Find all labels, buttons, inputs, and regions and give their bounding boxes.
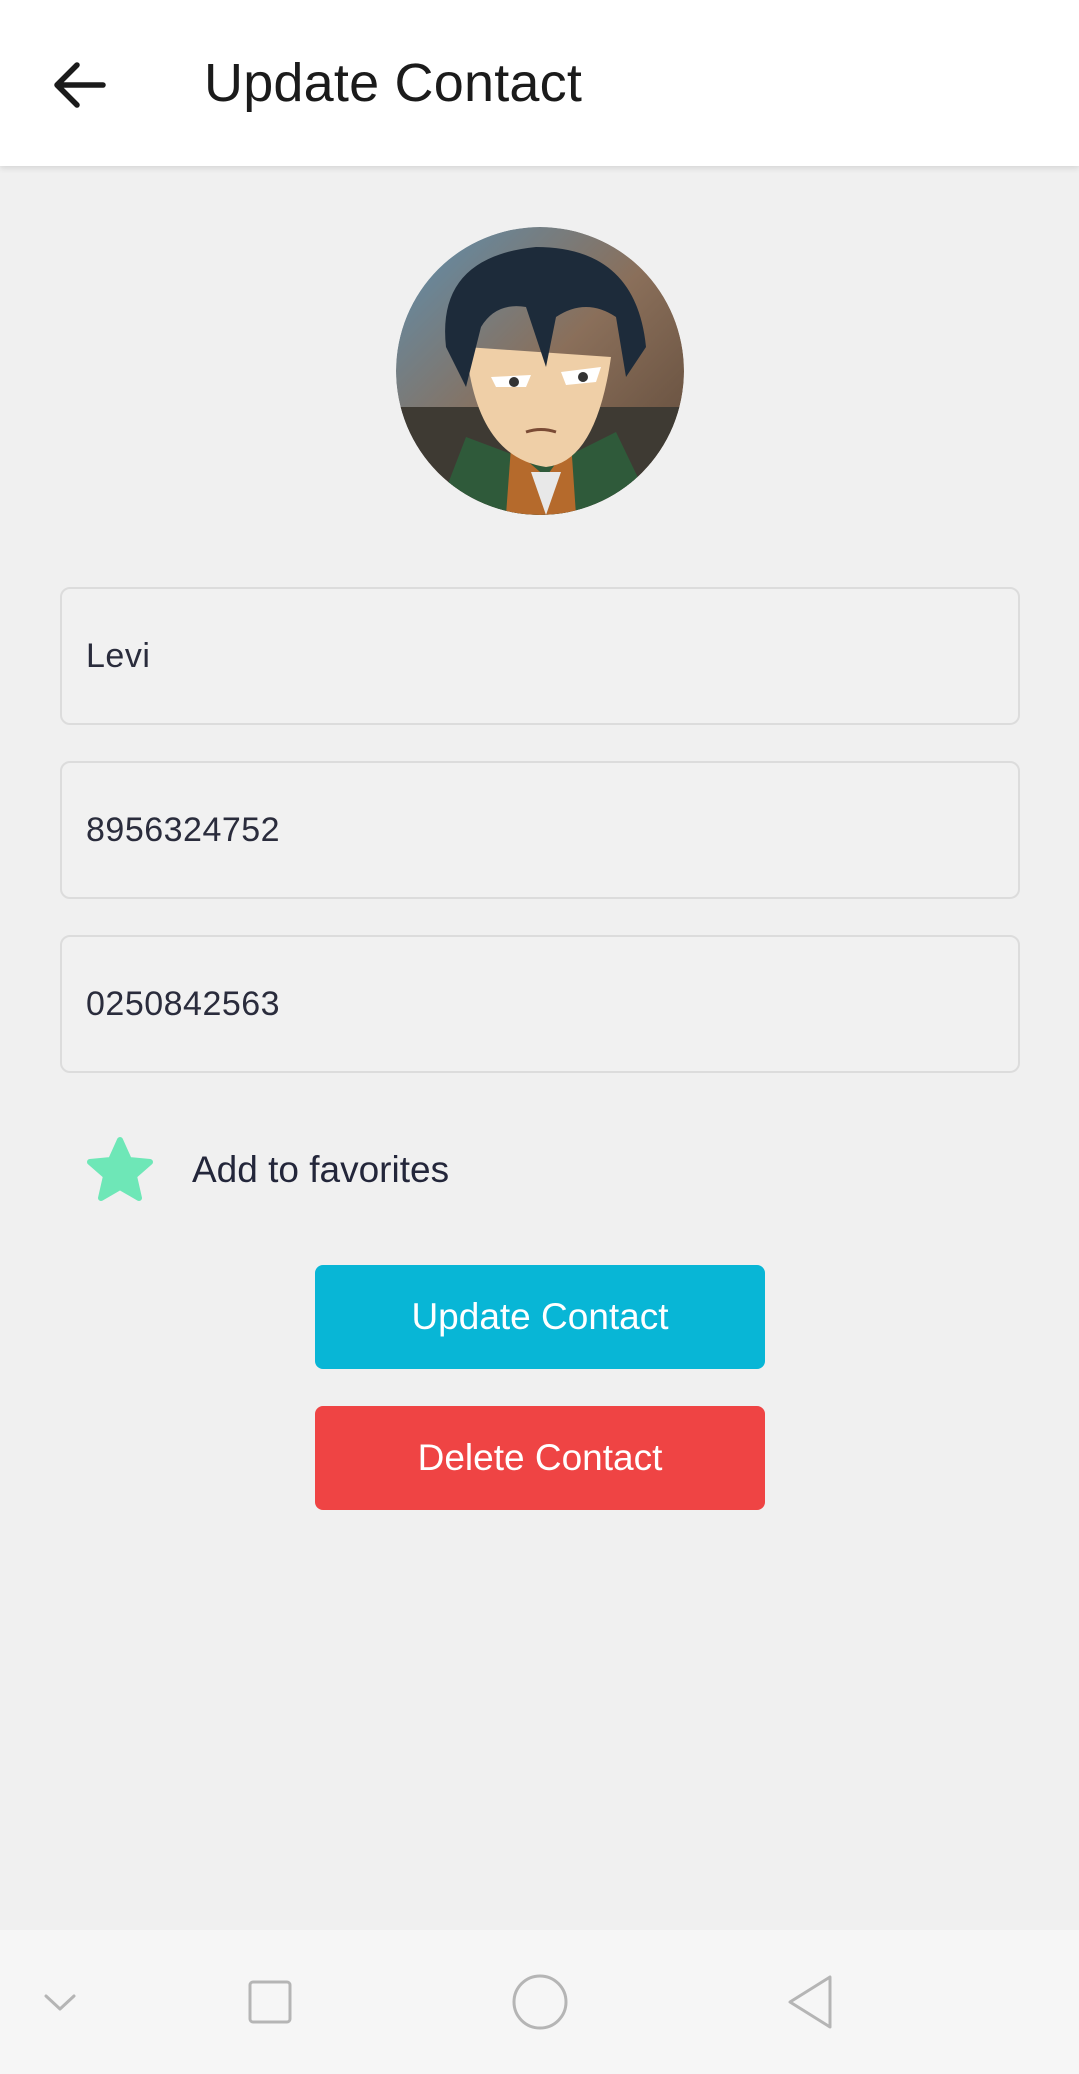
chevron-down-icon: [44, 1994, 76, 2011]
nav-back-button[interactable]: [770, 1962, 850, 2042]
phone-field[interactable]: [60, 761, 1020, 899]
triangle-back-icon: [788, 1975, 832, 2029]
back-button[interactable]: [38, 44, 120, 126]
system-navigation-bar: [0, 1930, 1079, 2074]
contact-photo: [396, 227, 684, 515]
app-bar: Update Contact: [0, 0, 1079, 166]
nav-home-button[interactable]: [500, 1962, 580, 2042]
circle-icon: [512, 1974, 568, 2030]
delete-contact-button[interactable]: Delete Contact: [315, 1406, 765, 1510]
arrow-left-icon: [54, 62, 106, 108]
secondary-phone-field[interactable]: [60, 935, 1020, 1073]
page-title: Update Contact: [204, 53, 583, 113]
nav-collapse-button[interactable]: [20, 1962, 100, 2042]
favorite-toggle[interactable]: Add to favorites: [84, 1130, 449, 1210]
update-contact-button[interactable]: Update Contact: [315, 1265, 765, 1369]
square-icon: [248, 1980, 292, 2024]
star-icon[interactable]: [84, 1134, 156, 1206]
nav-recents-button[interactable]: [230, 1962, 310, 2042]
favorite-label: Add to favorites: [192, 1149, 450, 1190]
secondary-phone-input[interactable]: [86, 984, 1018, 1024]
contact-avatar[interactable]: [396, 227, 684, 515]
name-field[interactable]: [60, 587, 1020, 725]
phone-input[interactable]: [86, 810, 1018, 850]
name-input[interactable]: [86, 636, 1018, 676]
